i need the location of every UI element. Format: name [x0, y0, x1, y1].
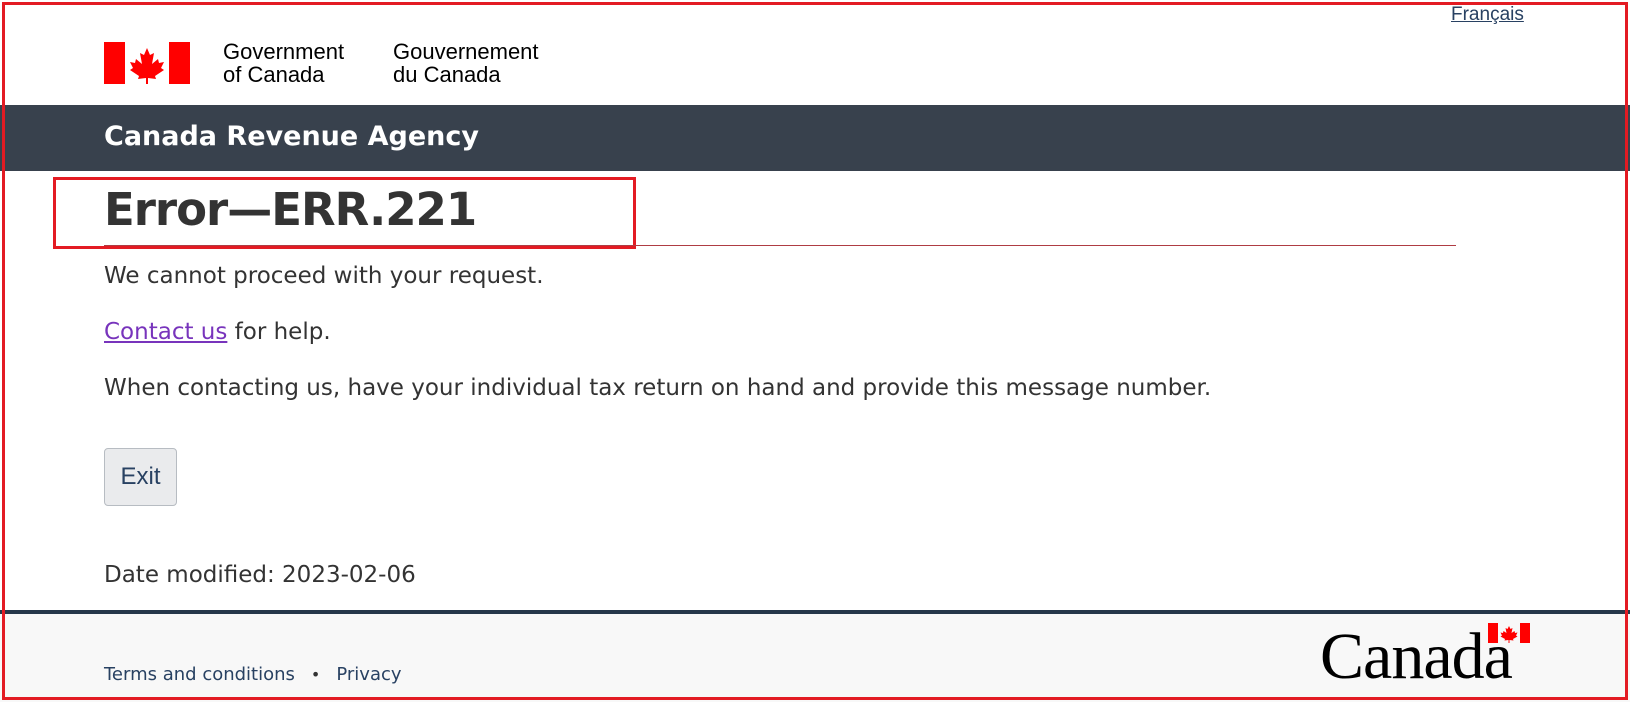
- page-title: Error—ERR.221: [104, 183, 477, 236]
- signature-french: Gouvernement du Canada: [393, 39, 539, 87]
- canada-wordmark: Canada: [1320, 619, 1535, 699]
- contact-suffix: for help.: [227, 319, 331, 345]
- signature-english: Government of Canada: [223, 39, 345, 87]
- contact-us-link[interactable]: Contact us: [104, 319, 227, 345]
- language-toggle-link[interactable]: Français: [1451, 4, 1524, 26]
- instructions-text: When contacting us, have your individual…: [104, 375, 1212, 401]
- footer-separator: •: [310, 665, 321, 684]
- agency-banner: Canada Revenue Agency: [0, 105, 1630, 171]
- agency-name: Canada Revenue Agency: [104, 121, 479, 152]
- canada-wordmark-flag-icon: [1488, 623, 1530, 643]
- date-modified: Date modified: 2023-02-06: [104, 562, 416, 588]
- title-underline: [104, 245, 1456, 246]
- canada-flag-icon: [104, 42, 190, 84]
- footer-links: Terms and conditions • Privacy: [104, 664, 402, 685]
- contact-paragraph: Contact us for help.: [104, 319, 331, 345]
- wordmark-text: Canada: [1320, 620, 1513, 693]
- privacy-link[interactable]: Privacy: [336, 664, 401, 685]
- footer: Terms and conditions • Privacy Canada: [0, 614, 1630, 702]
- exit-button[interactable]: Exit: [104, 448, 177, 506]
- error-message: We cannot proceed with your request.: [104, 263, 544, 289]
- terms-link[interactable]: Terms and conditions: [104, 664, 295, 685]
